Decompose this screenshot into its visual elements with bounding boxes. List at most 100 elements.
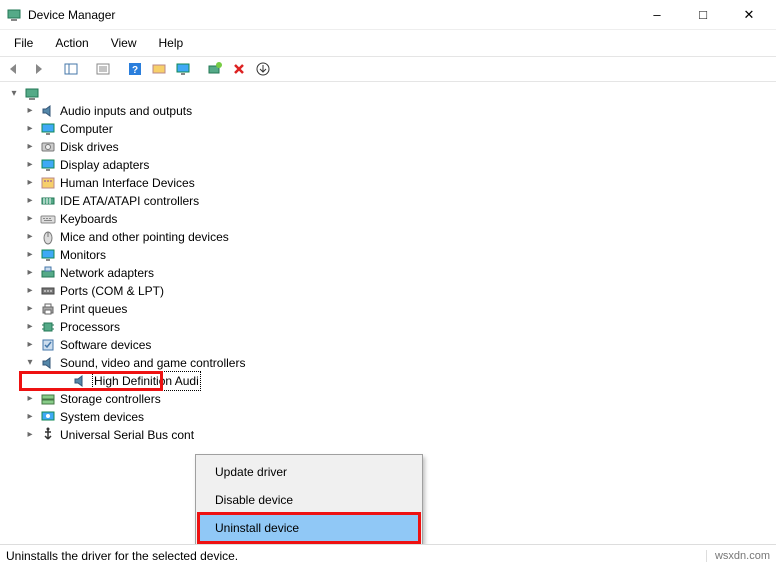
device-tree[interactable]: Audio inputs and outputsComputerDisk dri… (0, 82, 776, 552)
tree-item[interactable]: Storage controllers (6, 390, 770, 408)
expand-icon[interactable] (24, 393, 36, 405)
tree-item[interactable]: Keyboards (6, 210, 770, 228)
expand-icon[interactable] (24, 429, 36, 441)
expand-icon[interactable] (24, 321, 36, 333)
speaker-icon (40, 103, 56, 119)
show-hide-tree-button[interactable] (60, 58, 82, 80)
menubar: File Action View Help (0, 30, 776, 56)
expand-icon[interactable] (24, 141, 36, 153)
mouse-icon (40, 229, 56, 245)
expand-icon[interactable] (24, 213, 36, 225)
speaker-icon (40, 355, 56, 371)
network-icon (40, 265, 56, 281)
uninstall-button[interactable] (228, 58, 250, 80)
tree-item[interactable]: Universal Serial Bus cont (6, 426, 770, 444)
tree-item[interactable]: Disk drives (6, 138, 770, 156)
tree-item[interactable]: Network adapters (6, 264, 770, 282)
help-button[interactable]: ? (124, 58, 146, 80)
expand-icon[interactable] (24, 249, 36, 261)
tree-item-label: Monitors (60, 246, 106, 264)
ctx-update-driver[interactable]: Update driver (199, 458, 419, 486)
forward-button[interactable] (28, 58, 50, 80)
status-text: Uninstalls the driver for the selected d… (6, 549, 238, 563)
ctx-uninstall-device[interactable]: Uninstall device (199, 514, 419, 542)
tree-item[interactable]: Computer (6, 120, 770, 138)
tree-item-label: Ports (COM & LPT) (60, 282, 164, 300)
usb-icon (40, 427, 56, 443)
tree-item-label: Universal Serial Bus cont (60, 426, 194, 444)
monitor-icon (40, 121, 56, 137)
tree-item-label: Disk drives (60, 138, 119, 156)
printer-icon (40, 301, 56, 317)
close-button[interactable]: ✕ (726, 0, 772, 30)
statusbar: Uninstalls the driver for the selected d… (0, 544, 776, 566)
expand-icon[interactable] (24, 303, 36, 315)
expand-icon[interactable] (24, 159, 36, 171)
tree-item-label: Network adapters (60, 264, 154, 282)
tree-item[interactable]: Software devices (6, 336, 770, 354)
maximize-button[interactable]: □ (680, 0, 726, 30)
tree-item-label: Storage controllers (60, 390, 161, 408)
tree-item-label: Processors (60, 318, 120, 336)
expand-icon[interactable] (24, 195, 36, 207)
tree-item[interactable]: Audio inputs and outputs (6, 102, 770, 120)
titlebar: Device Manager – □ ✕ (0, 0, 776, 30)
tree-item-label: Mice and other pointing devices (60, 228, 229, 246)
collapse-icon[interactable] (24, 357, 36, 369)
tree-item-label: Computer (60, 120, 113, 138)
expand-icon[interactable] (24, 177, 36, 189)
scan-hardware-button[interactable] (204, 58, 226, 80)
tree-item-child[interactable]: High Definition Audi (20, 372, 162, 390)
disk-icon (40, 139, 56, 155)
tree-item[interactable]: System devices (6, 408, 770, 426)
tree-item-label: Audio inputs and outputs (60, 102, 192, 120)
update-button[interactable] (252, 58, 274, 80)
speaker-icon (72, 373, 88, 389)
menu-file[interactable]: File (4, 32, 43, 54)
context-menu: Update driver Disable device Uninstall d… (195, 454, 423, 552)
tree-item-label: Keyboards (60, 210, 117, 228)
back-button[interactable] (4, 58, 26, 80)
menu-help[interactable]: Help (149, 32, 194, 54)
tree-item[interactable]: Sound, video and game controllers (6, 354, 770, 372)
svg-text:?: ? (132, 65, 138, 76)
minimize-button[interactable]: – (634, 0, 680, 30)
tree-item[interactable]: Monitors (6, 246, 770, 264)
watermark: wsxdn.com (706, 550, 770, 562)
expand-icon[interactable] (24, 285, 36, 297)
tree-item[interactable]: Human Interface Devices (6, 174, 770, 192)
window-title: Device Manager (28, 8, 634, 22)
menu-view[interactable]: View (101, 32, 147, 54)
port-icon (40, 283, 56, 299)
ctx-disable-device[interactable]: Disable device (199, 486, 419, 514)
tree-item-label: IDE ATA/ATAPI controllers (60, 192, 199, 210)
tree-item-label: Display adapters (60, 156, 149, 174)
expand-icon[interactable] (24, 267, 36, 279)
tree-item[interactable]: Print queues (6, 300, 770, 318)
software-icon (40, 337, 56, 353)
display-button[interactable] (172, 58, 194, 80)
tree-item[interactable]: Ports (COM & LPT) (6, 282, 770, 300)
toolbar: ? (0, 56, 776, 82)
tree-item-label: Human Interface Devices (60, 174, 195, 192)
cpu-icon (40, 319, 56, 335)
tree-item[interactable]: Processors (6, 318, 770, 336)
tree-item[interactable]: Mice and other pointing devices (6, 228, 770, 246)
root-node[interactable] (6, 86, 770, 102)
properties-button[interactable] (92, 58, 114, 80)
ide-icon (40, 193, 56, 209)
action1-button[interactable] (148, 58, 170, 80)
window-controls: – □ ✕ (634, 0, 772, 30)
display-icon (40, 157, 56, 173)
computer-root-icon (24, 86, 40, 102)
tree-item[interactable]: Display adapters (6, 156, 770, 174)
tree-item[interactable]: IDE ATA/ATAPI controllers (6, 192, 770, 210)
tree-item-child-label: High Definition Audi (92, 371, 201, 391)
expand-icon[interactable] (24, 105, 36, 117)
expand-icon[interactable] (24, 123, 36, 135)
expand-icon[interactable] (8, 88, 20, 100)
menu-action[interactable]: Action (45, 32, 98, 54)
expand-icon[interactable] (24, 411, 36, 423)
expand-icon[interactable] (24, 339, 36, 351)
expand-icon[interactable] (24, 231, 36, 243)
